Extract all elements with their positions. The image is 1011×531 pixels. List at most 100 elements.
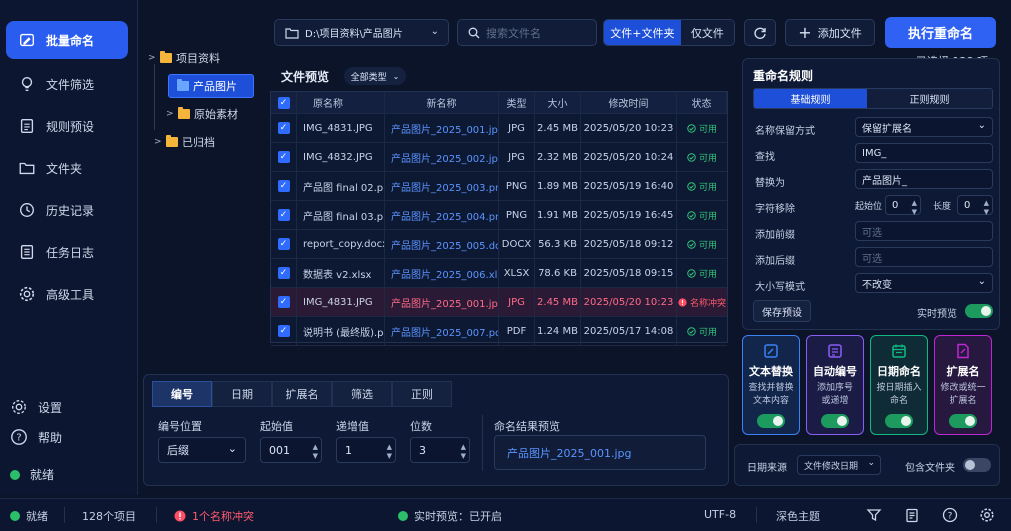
suffix-input[interactable]: 可选 — [855, 247, 993, 267]
sidebar-item-6[interactable]: 高级工具 — [6, 275, 128, 313]
feature-card-0[interactable]: 文本替换 查找并替换 文本内容 — [742, 335, 800, 435]
rename-icon — [20, 33, 34, 47]
include-folder-toggle[interactable] — [963, 458, 991, 472]
divider — [756, 507, 757, 523]
step-stepper[interactable]: 1 ▲ ▼ — [336, 437, 396, 463]
feature-card-3[interactable]: 扩展名 修改或统一 扩展名 — [934, 335, 992, 435]
sidebar-item-5[interactable]: 任务日志 — [6, 233, 128, 271]
settings-button[interactable]: 设置 — [10, 398, 62, 416]
date-source-value: 文件修改日期 — [804, 461, 859, 472]
column-header[interactable]: 原名称 — [297, 92, 385, 113]
cell-original-name: IMG_4832.JPG — [297, 143, 385, 171]
position-select[interactable]: 后缀 ⌄ — [158, 437, 246, 463]
digits-stepper[interactable]: 3 ▲ ▼ — [410, 437, 470, 463]
column-header[interactable]: 新名称 — [385, 92, 499, 113]
search-input[interactable]: 搜索文件名 — [457, 19, 597, 46]
stepper-arrows-icon[interactable]: ▲ ▼ — [912, 199, 917, 217]
clipboard-icon[interactable] — [904, 507, 920, 523]
tree-node-archived[interactable]: > 已归档 — [154, 131, 215, 153]
row-checkbox[interactable]: ✓ — [271, 288, 297, 316]
path-selector[interactable]: D:\项目资料\产品图片 ⌄ — [274, 19, 449, 46]
stepper-arrows-icon[interactable]: ▲ ▼ — [461, 443, 466, 461]
feature-card-1[interactable]: 自动编号 添加序号 或递增 — [806, 335, 864, 435]
sidebar-item-3[interactable]: 文件夹 — [6, 149, 128, 187]
tree-node-selected[interactable]: 产品图片 — [168, 74, 254, 98]
filter-icon[interactable] — [866, 507, 882, 523]
refresh-button[interactable] — [744, 19, 776, 46]
column-header[interactable]: 大小 — [535, 92, 581, 113]
folder-tree: > 项目资料 产品图片 > 原始素材 > 已归档 — [140, 14, 262, 374]
tab-regex-rules[interactable]: 正则规则 — [867, 89, 992, 108]
cell-status: 可用 — [677, 201, 727, 229]
prefix-input[interactable]: 可选 — [855, 221, 993, 241]
sidebar-item-1[interactable]: 文件筛选 — [6, 65, 128, 103]
numbering-tab-4[interactable]: 正则 — [392, 381, 452, 407]
table-row[interactable]: ✓ 数据表 v2.xlsx 产品图片_2025_006.xlsx XLSX 78… — [271, 259, 727, 288]
stepper-arrows-icon[interactable]: ▲ ▼ — [313, 443, 318, 461]
divider — [156, 507, 157, 523]
stepper-arrows-icon[interactable]: ▲ ▼ — [984, 199, 989, 217]
find-input[interactable]: IMG_ — [855, 143, 993, 163]
length-stepper[interactable]: 0 ▲ ▼ — [957, 195, 993, 217]
status-conflict[interactable]: 1个名称冲突 — [174, 508, 254, 524]
save-preset-button[interactable]: 保存预设 — [753, 300, 811, 322]
card-toggle[interactable] — [821, 414, 849, 428]
tree-node-root[interactable]: > 项目资料 — [148, 47, 220, 69]
table-header: ✓ 原名称 新名称 类型 大小 修改时间 状态 — [271, 92, 727, 114]
feature-card-2[interactable]: 日期命名 按日期插入 命名 — [870, 335, 928, 435]
row-checkbox[interactable]: ✓ — [271, 114, 297, 142]
column-header[interactable]: 修改时间 — [581, 92, 677, 113]
table-row[interactable]: ✓ 说明书 (最终版).pdf 产品图片_2025_007.pdf PDF 1.… — [271, 317, 727, 346]
table-row[interactable]: ✓ IMG_4831.JPG 产品图片_2025_001.jpg JPG 2.4… — [271, 114, 727, 143]
table-row[interactable]: ✓ IMG_4832.JPG 产品图片_2025_002.jpg JPG 2.3… — [271, 143, 727, 172]
numbering-tab-3[interactable]: 筛选 — [332, 381, 392, 407]
tree-node-child2[interactable]: > 原始素材 — [166, 103, 238, 125]
tree-node-label: 项目资料 — [176, 52, 220, 65]
tab-basic-rules[interactable]: 基础规则 — [754, 89, 868, 108]
date-source-select[interactable]: 文件修改日期 ⌄ — [797, 455, 881, 475]
live-preview-toggle[interactable] — [965, 304, 993, 318]
sidebar-item-4[interactable]: 历史记录 — [6, 191, 128, 229]
select-all-checkbox[interactable]: ✓ — [271, 92, 297, 113]
numbering-tab-1[interactable]: 日期 — [212, 381, 272, 407]
card-toggle[interactable] — [757, 414, 785, 428]
numbering-tab-2[interactable]: 扩展名 — [272, 381, 332, 407]
status-theme[interactable]: 深色主题 — [776, 508, 820, 524]
case-mode-select[interactable]: 不改变 ⌄ — [855, 273, 993, 293]
table-row[interactable]: ✓ 产品图 final 03.png 产品图片_2025_004.png PNG… — [271, 201, 727, 230]
add-file-button[interactable]: + 添加文件 — [785, 19, 875, 46]
row-checkbox[interactable]: ✓ — [271, 259, 297, 287]
card-toggle[interactable] — [949, 414, 977, 428]
stepper-arrows-icon[interactable]: ▲ ▼ — [387, 443, 392, 461]
card-toggle[interactable] — [885, 414, 913, 428]
start-value-label: 起始值 — [260, 420, 293, 433]
table-row[interactable]: ✓ IMG_4831.JPG 产品图片_2025_001.jpg JPG 2.4… — [271, 288, 727, 317]
row-checkbox[interactable]: ✓ — [271, 230, 297, 258]
row-checkbox[interactable]: ✓ — [271, 201, 297, 229]
date-source-panel: 日期来源 文件修改日期 ⌄ 包含文件夹 — [734, 444, 1000, 486]
replace-input[interactable]: 产品图片_ — [855, 169, 993, 189]
keep-ext-select[interactable]: 保留扩展名 ⌄ — [855, 117, 993, 137]
row-checkbox[interactable]: ✓ — [271, 143, 297, 171]
find-label: 查找 — [755, 152, 775, 163]
help-icon[interactable]: ? — [942, 507, 958, 523]
row-checkbox[interactable]: ✓ — [271, 317, 297, 345]
execute-rename-button[interactable]: 执行重命名 — [885, 17, 996, 48]
settings-gear-icon[interactable] — [979, 507, 995, 523]
table-row[interactable]: ✓ report_copy.docx 产品图片_2025_005.docx DO… — [271, 230, 727, 259]
type-filter-dropdown[interactable]: 全部类型 ⌄ — [344, 67, 406, 85]
numbering-tab-0[interactable]: 编号 — [152, 381, 212, 407]
suffix-label: 添加后缀 — [755, 256, 795, 267]
start-pos-stepper[interactable]: 0 ▲ ▼ — [885, 195, 921, 217]
sidebar-item-0[interactable]: 批量命名 — [6, 21, 128, 59]
column-header[interactable]: 类型 — [499, 92, 535, 113]
sidebar-item-2[interactable]: 规则预设 — [6, 107, 128, 145]
start-value-stepper[interactable]: 001 ▲ ▼ — [260, 437, 322, 463]
column-header[interactable]: 状态 — [677, 92, 727, 113]
seg-files-only[interactable]: 仅文件 — [680, 20, 734, 45]
table-row[interactable]: ✓ 产品图 final 02.png 产品图片_2025_003.png PNG… — [271, 172, 727, 201]
help-button[interactable]: ? 帮助 — [10, 428, 62, 446]
seg-files-folders[interactable]: 文件+文件夹 — [604, 20, 681, 45]
check-circle-icon — [687, 326, 696, 336]
row-checkbox[interactable]: ✓ — [271, 172, 297, 200]
